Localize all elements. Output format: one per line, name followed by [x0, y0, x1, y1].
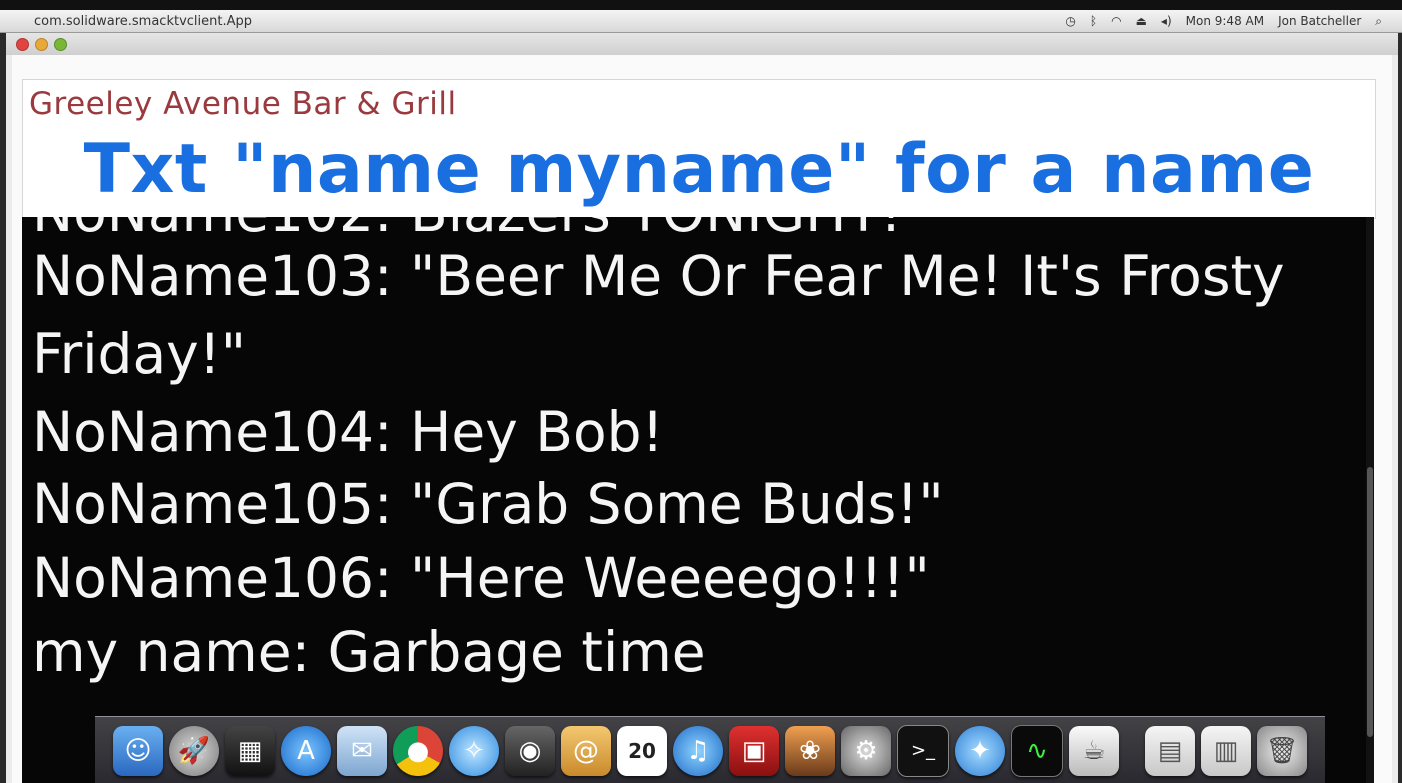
launchpad-icon[interactable]: 🚀 — [169, 725, 219, 776]
wifi-icon[interactable]: ◠ — [1111, 14, 1121, 28]
time-machine-icon[interactable]: ◷ — [1065, 14, 1075, 28]
safari-icon[interactable]: ✧ — [449, 725, 499, 776]
screen: com.solidware.smacktvclient.App ◷ ᛒ ◠ ⏏ … — [0, 0, 1402, 783]
instruction-headline: Txt "name myname" for a name — [83, 130, 1315, 209]
app-window: Greeley Avenue Bar & Grill Txt "name myn… — [6, 33, 1398, 783]
chat-message: NoName106: "Here Weeeego!!!" — [32, 546, 930, 610]
messages-icon[interactable]: ✦ — [955, 725, 1005, 776]
screen-bezel — [0, 0, 1402, 10]
iphoto-icon[interactable]: ❀ — [785, 725, 835, 776]
system-preferences-icon[interactable]: ⚙ — [841, 725, 891, 776]
close-window-button[interactable] — [16, 37, 29, 51]
zoom-window-button[interactable] — [54, 37, 67, 51]
window-content: Greeley Avenue Bar & Grill Txt "name myn… — [12, 55, 1392, 783]
chat-message: NoName104: Hey Bob! — [32, 400, 664, 464]
chat-message: NoName103: "Beer Me Or Fear Me! It's Fro… — [32, 244, 1285, 308]
trash-icon[interactable]: 🗑 — [1257, 725, 1307, 776]
dock: ☺ 🚀 ▦ A ✉ ● ✧ ◉ @ 20 ♫ ▣ ❀ ⚙ >_ ✦ ∿ ☕ ▤ … — [95, 716, 1325, 783]
activity-monitor-icon[interactable]: ∿ — [1011, 724, 1063, 777]
venue-name: Greeley Avenue Bar & Grill — [29, 86, 457, 122]
menu-bar: com.solidware.smacktvclient.App ◷ ᛒ ◠ ⏏ … — [0, 10, 1402, 33]
documents-icon[interactable]: ▤ — [1145, 725, 1195, 776]
finder-icon[interactable]: ☺ — [113, 725, 163, 776]
chat-scrollbar[interactable] — [1366, 217, 1374, 783]
chrome-icon[interactable]: ● — [393, 725, 443, 776]
itunes-icon[interactable]: ♫ — [673, 725, 723, 776]
chat-feed: NoName102: Blazers TONIGHT! NoName103: "… — [22, 217, 1374, 783]
address-book-icon[interactable]: @ — [561, 725, 611, 776]
spotlight-icon[interactable]: ⌕ — [1375, 14, 1382, 29]
preview-icon[interactable]: ☕ — [1069, 725, 1119, 776]
mission-control-icon[interactable]: ▦ — [225, 725, 275, 776]
facetime-icon[interactable]: ◉ — [505, 725, 555, 776]
terminal-icon[interactable]: >_ — [897, 724, 949, 777]
volume-icon[interactable]: ◂) — [1161, 14, 1172, 28]
mail-icon[interactable]: ✉ — [337, 725, 387, 776]
minimize-window-button[interactable] — [35, 37, 48, 51]
downloads-icon[interactable]: ▥ — [1201, 725, 1251, 776]
app-menu-title[interactable]: com.solidware.smacktvclient.App — [34, 14, 1065, 29]
chat-scrollbar-thumb[interactable] — [1367, 467, 1373, 737]
app-store-icon[interactable]: A — [281, 725, 331, 776]
photo-booth-icon[interactable]: ▣ — [729, 725, 779, 776]
window-titlebar — [6, 33, 1398, 55]
chat-message: NoName105: "Grab Some Buds!" — [32, 472, 944, 536]
chat-message: my name: Garbage time — [32, 620, 706, 684]
chat-message: Friday!" — [32, 322, 247, 386]
calendar-icon[interactable]: 20 — [617, 725, 667, 776]
eject-icon[interactable]: ⏏ — [1136, 14, 1147, 28]
bluetooth-icon[interactable]: ᛒ — [1090, 14, 1097, 28]
menu-bar-user[interactable]: Jon Batcheller — [1278, 14, 1361, 28]
venue-header: Greeley Avenue Bar & Grill Txt "name myn… — [22, 79, 1376, 219]
chat-message: NoName102: Blazers TONIGHT! — [32, 217, 902, 240]
menu-bar-clock[interactable]: Mon 9:48 AM — [1186, 14, 1264, 28]
menu-bar-status: ◷ ᛒ ◠ ⏏ ◂) Mon 9:48 AM Jon Batcheller ⌕ — [1065, 14, 1402, 29]
